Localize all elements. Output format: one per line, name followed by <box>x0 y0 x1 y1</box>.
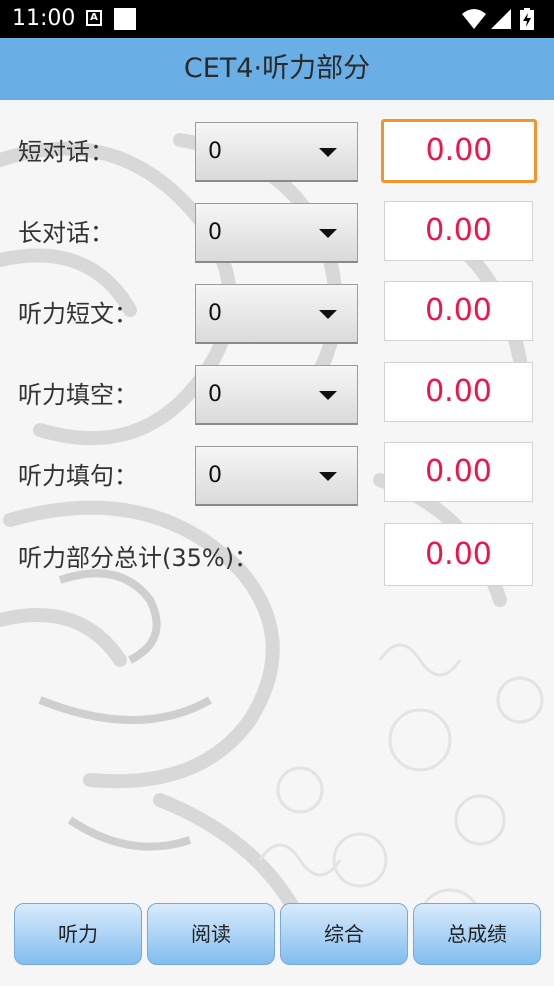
listening-passage-select-value: 0 <box>208 301 222 326</box>
dropdown-arrow-icon <box>319 310 337 319</box>
dropdown-arrow-icon <box>319 229 337 238</box>
listening-fill-word-select[interactable]: 0 <box>195 365 358 425</box>
long-dialogue-select-value: 0 <box>208 220 222 245</box>
dropdown-arrow-icon <box>319 148 337 157</box>
listening-passage-select[interactable]: 0 <box>195 284 358 344</box>
short-dialogue-label: 短对话： <box>18 138 114 166</box>
listening-fill-sentence-score[interactable]: 0.00 <box>384 442 533 502</box>
listening-fill-sentence-select-value: 0 <box>208 463 222 488</box>
battery-charging-icon <box>520 8 534 30</box>
status-bar: 11:00 A <box>0 0 554 38</box>
long-dialogue-label: 长对话： <box>18 219 114 247</box>
notification-square-icon <box>114 8 136 30</box>
listening-fill-sentence-select[interactable]: 0 <box>195 446 358 506</box>
long-dialogue-select[interactable]: 0 <box>195 203 358 263</box>
app-bar: CET4·听力部分 <box>0 38 554 100</box>
short-dialogue-select-value: 0 <box>208 139 222 164</box>
nav-comprehensive-button[interactable]: 综合 <box>280 903 408 965</box>
nav-total-score-button[interactable]: 总成绩 <box>413 903 541 965</box>
listening-fill-word-select-value: 0 <box>208 382 222 407</box>
listening-total-score: 0.00 <box>384 523 533 586</box>
signal-icon <box>491 9 511 29</box>
page-title: CET4·听力部分 <box>183 53 371 84</box>
short-dialogue-select[interactable]: 0 <box>195 122 358 182</box>
long-dialogue-score[interactable]: 0.00 <box>384 201 533 261</box>
listening-total-label: 听力部分总计(35%)： <box>18 544 259 572</box>
main-content: 短对话： 0 0.00 长对话： 0 0.00 听力短文： 0 0.00 听力填… <box>0 100 554 986</box>
status-time: 11:00 <box>12 6 76 31</box>
dropdown-arrow-icon <box>319 472 337 481</box>
short-dialogue-score[interactable]: 0.00 <box>381 119 537 183</box>
listening-fill-sentence-label: 听力填句： <box>18 462 138 490</box>
listening-fill-word-score[interactable]: 0.00 <box>384 362 533 422</box>
listening-passage-label: 听力短文： <box>18 300 138 328</box>
listening-fill-word-label: 听力填空： <box>18 381 138 409</box>
nav-listening-button[interactable]: 听力 <box>14 903 142 965</box>
a-icon: A <box>86 10 102 26</box>
nav-reading-button[interactable]: 阅读 <box>147 903 275 965</box>
listening-passage-score[interactable]: 0.00 <box>384 281 533 341</box>
dropdown-arrow-icon <box>319 391 337 400</box>
wifi-icon <box>462 9 486 29</box>
